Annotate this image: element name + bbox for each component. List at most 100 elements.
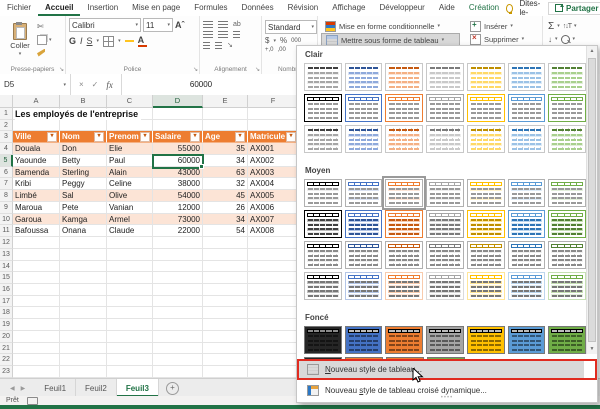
panel-resize-grip[interactable]: •••• xyxy=(297,395,597,401)
copy-button[interactable]: ▾ xyxy=(37,34,52,45)
table-style-option[interactable] xyxy=(467,94,505,122)
table-style-option[interactable] xyxy=(548,326,586,354)
row-header-10[interactable]: 10 xyxy=(0,214,13,226)
cell-F6[interactable]: AX003 xyxy=(248,167,299,179)
cell-A21[interactable] xyxy=(13,343,60,355)
cell-D2[interactable] xyxy=(153,120,203,132)
cell-D19[interactable] xyxy=(153,319,203,331)
number-format-combo[interactable]: Standard▾ xyxy=(265,20,317,34)
table-style-option[interactable] xyxy=(426,63,464,91)
row-header-17[interactable]: 17 xyxy=(0,296,13,308)
table-style-option[interactable] xyxy=(345,272,383,300)
cell-A5[interactable]: Yaounde xyxy=(13,155,60,167)
align-center-icon[interactable] xyxy=(218,31,228,38)
align-middle-icon[interactable] xyxy=(218,21,228,28)
table-style-option[interactable] xyxy=(385,272,423,300)
currency-button[interactable]: $ xyxy=(265,36,269,45)
cell-E2[interactable] xyxy=(203,120,248,132)
table-style-option[interactable] xyxy=(508,210,546,238)
cell-C21[interactable] xyxy=(107,343,153,355)
table-style-option[interactable] xyxy=(304,241,342,269)
cell-B7[interactable]: Peggy xyxy=(60,178,107,190)
font-size-combo[interactable]: 11▾ xyxy=(143,18,173,32)
cell-E20[interactable] xyxy=(203,331,248,343)
scroll-down-icon[interactable]: ▼ xyxy=(587,346,597,352)
column-header-c[interactable]: C xyxy=(107,95,153,108)
cell-E1[interactable] xyxy=(203,108,248,120)
cell-A6[interactable]: Bamenda xyxy=(13,167,60,179)
table-style-option[interactable] xyxy=(385,63,423,91)
table-style-option[interactable] xyxy=(426,125,464,153)
decrease-indent-icon[interactable] xyxy=(203,42,210,49)
table-style-option[interactable] xyxy=(467,241,505,269)
sort-filter-icon[interactable]: ↑↓T xyxy=(563,23,571,30)
panel-scrollbar[interactable]: ▲ ▼ xyxy=(586,46,597,354)
cell-F2[interactable] xyxy=(248,120,299,132)
row-header-1[interactable]: 1 xyxy=(0,108,13,120)
tell-me-label[interactable]: Dites-le- xyxy=(519,0,542,17)
cell-C14[interactable] xyxy=(107,261,153,273)
cell-C17[interactable] xyxy=(107,296,153,308)
cell-B19[interactable] xyxy=(60,319,107,331)
column-header-b[interactable]: B xyxy=(60,95,107,108)
cell-D12[interactable] xyxy=(153,237,203,249)
increase-decimal-button[interactable]: +,0 xyxy=(265,47,274,53)
cell-C18[interactable] xyxy=(107,307,153,319)
table-style-option[interactable] xyxy=(508,63,546,91)
table-style-option[interactable] xyxy=(467,63,505,91)
table-style-option[interactable] xyxy=(304,94,342,122)
row-header-3[interactable]: 3 xyxy=(0,131,13,143)
cell-F21[interactable] xyxy=(248,343,299,355)
cell-F14[interactable] xyxy=(248,261,299,273)
cell-C2[interactable] xyxy=(107,120,153,132)
cell-D22[interactable] xyxy=(153,354,203,366)
table-style-option[interactable] xyxy=(548,272,586,300)
cell-D11[interactable]: 22000 xyxy=(153,225,203,237)
table-style-option[interactable] xyxy=(385,179,423,207)
cell-A19[interactable] xyxy=(13,319,60,331)
cell-A23[interactable] xyxy=(13,366,60,378)
find-select-icon[interactable] xyxy=(561,35,570,44)
cell-A22[interactable] xyxy=(13,354,60,366)
filter-dropdown-icon[interactable]: ▾ xyxy=(47,132,57,142)
row-header-5[interactable]: 5 xyxy=(0,155,13,167)
cell-A17[interactable] xyxy=(13,296,60,308)
cell-A20[interactable] xyxy=(13,331,60,343)
cell-B21[interactable] xyxy=(60,343,107,355)
cell-F5[interactable]: AX002 xyxy=(248,155,299,167)
table-style-option[interactable] xyxy=(548,241,586,269)
macro-record-icon[interactable] xyxy=(27,397,38,405)
orientation-icon[interactable]: ↘ xyxy=(227,41,233,49)
cell-F4[interactable]: AX001 xyxy=(248,143,299,155)
font-color-button[interactable]: A xyxy=(138,35,147,47)
name-box[interactable]: D5 ▾ xyxy=(0,74,71,95)
cell-D6[interactable]: 43000 xyxy=(153,167,203,179)
cell-F19[interactable] xyxy=(248,319,299,331)
table-style-option[interactable] xyxy=(508,179,546,207)
insert-function-icon[interactable]: fx xyxy=(106,80,113,90)
sheet-tab-feuil2[interactable]: Feuil2 xyxy=(76,379,117,397)
row-header-16[interactable]: 16 xyxy=(0,284,13,296)
cell-F9[interactable]: AX006 xyxy=(248,202,299,214)
table-style-option[interactable] xyxy=(345,210,383,238)
cell-E19[interactable] xyxy=(203,319,248,331)
cell-C12[interactable] xyxy=(107,237,153,249)
cell-F10[interactable]: AX007 xyxy=(248,214,299,226)
filter-dropdown-icon[interactable]: ▾ xyxy=(94,132,104,142)
cell-F3[interactable]: Matricule▾ xyxy=(248,131,299,143)
scroll-up-icon[interactable]: ▲ xyxy=(587,48,597,54)
table-style-option[interactable] xyxy=(345,326,383,354)
table-style-option[interactable] xyxy=(508,125,546,153)
cell-F13[interactable] xyxy=(248,249,299,261)
filter-dropdown-icon[interactable]: ▾ xyxy=(235,132,245,142)
align-left-icon[interactable] xyxy=(203,31,213,38)
table-style-option[interactable] xyxy=(385,326,423,354)
cell-C19[interactable] xyxy=(107,319,153,331)
row-header-2[interactable]: 2 xyxy=(0,120,13,132)
table-style-option[interactable] xyxy=(304,125,342,153)
cell-D5[interactable]: 60000 xyxy=(153,155,203,167)
table-style-option[interactable] xyxy=(548,94,586,122)
cell-A15[interactable] xyxy=(13,272,60,284)
autosum-button[interactable]: Σ ▾ ↑↓T ▾ xyxy=(546,20,595,32)
cell-D17[interactable] xyxy=(153,296,203,308)
